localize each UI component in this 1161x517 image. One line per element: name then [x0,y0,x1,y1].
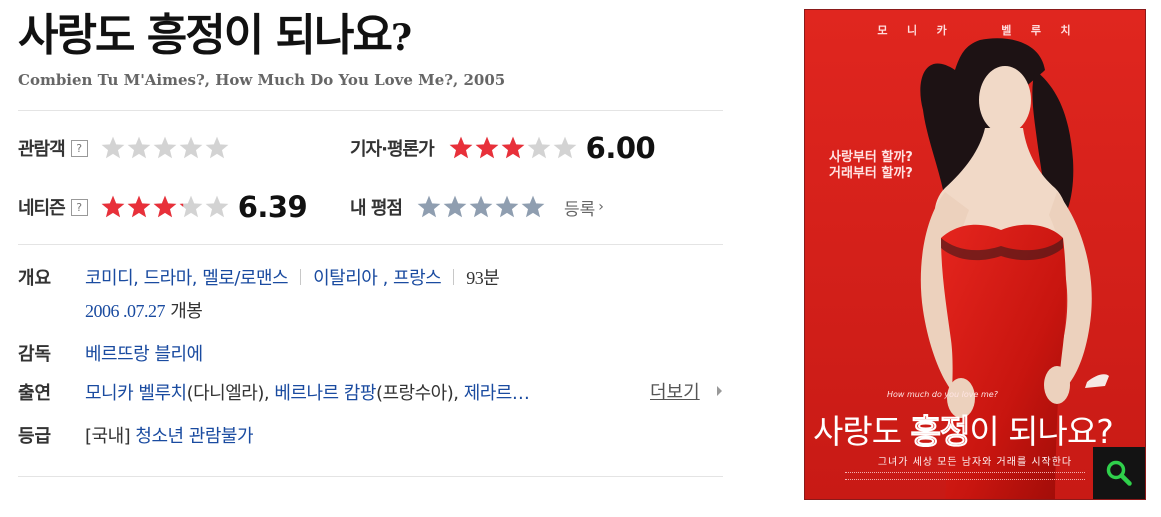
audience-rating: 관람객 ? [18,131,230,165]
star-icon[interactable] [416,194,442,220]
star-icon [179,195,203,218]
star-icon [101,195,125,218]
divider [18,110,723,111]
my-rating-stars[interactable] [416,194,546,220]
netizen-stars [100,194,230,220]
star-icon [101,136,125,159]
star-icon [475,136,499,159]
register-rating-label: 등록 [563,199,596,220]
star-icon[interactable] [494,194,520,220]
grade-line: [국내] 청소년 관람불가 [85,422,254,448]
cast-link[interactable]: 모니카 벨루치 [85,383,187,404]
director-line: 베르뜨랑 블리에 [85,340,203,366]
my-rating-label: 내 평점 [350,198,403,219]
star-icon[interactable] [468,194,494,220]
poster-credits [845,472,1085,480]
poster-title-part: 사랑도 [813,412,911,451]
star-icon [205,136,229,159]
movie-poster[interactable]: 모 니 카 벨 루 치 사랑부터 할까? 거래부터 할까? How much d… [804,9,1146,500]
audience-help-icon[interactable]: ? [70,139,88,157]
separator [300,269,302,285]
cast-line: 모니카 벨루치(다니엘라), 베르나르 캄팡(프랑수아), 제라르… [85,383,530,404]
star-icon [127,136,151,159]
register-rating-link[interactable]: 등록 › [564,195,604,220]
original-title: Combien Tu M'Aimes?, How Much Do You Lov… [18,71,506,89]
page-title: 사랑도 흥정이 되나요? [18,6,412,68]
poster-title-part: 이 되나요? [969,412,1113,451]
release-line: 2006 .07.27 개봉 [85,297,203,323]
star-icon [205,195,229,218]
critics-score: 6.00 [585,131,656,165]
poster-actor-names: 모 니 카 벨 루 치 [877,24,1073,37]
poster-small-text: How much do you love me? [887,390,998,399]
zoom-button[interactable] [1093,447,1145,499]
star-icon [153,136,177,159]
cast-link[interactable]: 제라르… [464,383,530,404]
more-cast-link[interactable]: 더보기 [650,378,700,404]
cast-label: 출연 [18,383,52,404]
overview-label: 개요 [18,268,52,289]
star-icon [553,136,577,159]
audience-rating-label: 관람객 [18,139,66,160]
grade-link[interactable]: 청소년 관람불가 [130,426,253,447]
star-icon [501,136,525,159]
netizen-rating-label: 네티즌 [18,198,66,219]
star-icon[interactable] [520,194,546,220]
search-icon [1106,460,1132,486]
netizen-help-icon[interactable]: ? [70,198,88,216]
netizen-rating: 네티즌 ? 6.39 [18,190,308,224]
critics-rating-label: 기자·평론가 [350,139,435,160]
star-icon [179,136,203,159]
audience-stars [100,135,230,161]
runtime: 93분 [466,268,500,288]
star-icon [449,136,473,159]
poster-title-highlight: 흥정 [910,412,971,452]
star-icon[interactable] [442,194,468,220]
poster-tagline: 사랑부터 할까? 거래부터 할까? [829,150,913,181]
poster-title: 사랑도 흥정이 되나요? [813,405,1114,453]
overview-line: 코미디, 드라마, 멜로/로맨스 이탈리아 , 프랑스 93분 [85,264,500,290]
release-date-link[interactable]: 2006 .07.27 [85,301,166,321]
star-icon [153,195,177,218]
chevron-right-icon: › [598,199,604,215]
star-icon [127,195,151,218]
netizen-score: 6.39 [237,190,308,224]
divider [18,244,723,245]
director-link[interactable]: 베르뜨랑 블리에 [85,344,203,365]
divider [18,476,723,477]
director-label: 감독 [18,344,52,365]
separator [453,269,455,285]
cast-link[interactable]: 베르나르 캄팡 [274,383,376,404]
cast-role: (다니엘라) [186,383,265,404]
genres-link[interactable]: 코미디, 드라마, 멜로/로맨스 [85,268,289,289]
critics-rating: 기자·평론가 6.00 [350,131,656,165]
star-icon [527,136,551,159]
critics-stars [448,135,578,161]
title-text: 사랑도 흥정이 되나요 [18,10,393,61]
grade-label: 등급 [18,426,52,447]
grade-prefix: [국내] [85,426,131,447]
cast-role: (프랑수아) [375,383,454,404]
my-rating: 내 평점 등록 › [350,190,604,224]
countries-link[interactable]: 이탈리아 , 프랑스 [313,268,442,289]
release-suffix: 개봉 [165,301,203,322]
caret-right-icon [717,386,722,396]
title-qmark: ? [390,17,413,59]
